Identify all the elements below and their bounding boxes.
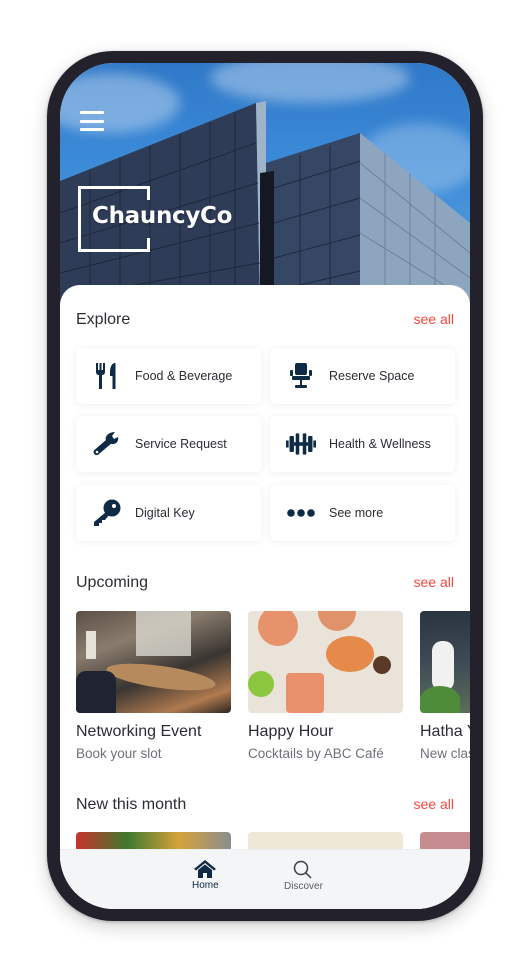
tile-label: Digital Key	[135, 506, 195, 520]
card-title: Happy Hour	[248, 723, 334, 740]
nav-label: Home	[192, 880, 219, 891]
card-subtitle: Cocktails by ABC Café	[248, 746, 384, 761]
event-card-hatha-yoga[interactable]: Hatha Yoga New class	[420, 611, 470, 761]
meeting-room-photo	[76, 611, 231, 713]
event-card-networking[interactable]: Networking Event Book your slot	[76, 611, 231, 761]
nav-item-home[interactable]: Home	[192, 860, 219, 891]
upcoming-header: Upcoming see all	[76, 574, 454, 592]
main-content: Explore see all Food & Beverage Reserve …	[60, 285, 470, 909]
nav-label: Discover	[284, 881, 323, 892]
yoga-photo	[420, 611, 470, 713]
section-title: Upcoming	[76, 574, 149, 591]
hamburger-menu-icon[interactable]	[80, 111, 104, 131]
tile-label: Service Request	[135, 437, 227, 451]
wrench-icon	[92, 430, 122, 458]
card-subtitle: Book your slot	[76, 746, 162, 761]
upcoming-carousel: Networking Event Book your slot Happy Ho…	[76, 611, 470, 781]
tile-label: Food & Beverage	[135, 369, 233, 383]
card-title: Hatha Yoga	[420, 723, 470, 740]
more-dots-icon	[286, 499, 316, 527]
tile-label: Reserve Space	[329, 369, 415, 383]
explore-header: Explore see all	[76, 311, 454, 329]
search-icon	[294, 860, 312, 879]
explore-tile-food-beverage[interactable]: Food & Beverage	[76, 348, 261, 404]
explore-tile-service-request[interactable]: Service Request	[76, 416, 261, 472]
brand-logo: ChauncyCo	[92, 203, 233, 229]
home-icon	[194, 860, 217, 878]
bottom-nav: Home Discover	[60, 849, 470, 909]
explore-tile-see-more[interactable]: See more	[270, 485, 455, 541]
upcoming-see-all-link[interactable]: see all	[414, 574, 454, 590]
cocktails-photo	[248, 611, 403, 713]
event-card-happy-hour[interactable]: Happy Hour Cocktails by ABC Café	[248, 611, 403, 761]
explore-see-all-link[interactable]: see all	[414, 311, 454, 327]
section-title: New this month	[76, 796, 187, 813]
explore-tile-reserve-space[interactable]: Reserve Space	[270, 348, 455, 404]
section-title: Explore	[76, 311, 131, 328]
new-this-month-see-all-link[interactable]: see all	[414, 796, 454, 812]
nav-item-discover[interactable]: Discover	[284, 860, 323, 892]
tile-label: See more	[329, 506, 384, 520]
key-icon	[92, 499, 122, 527]
card-title: Networking Event	[76, 723, 202, 740]
tile-label: Health & Wellness	[329, 437, 431, 451]
explore-tile-digital-key[interactable]: Digital Key	[76, 485, 261, 541]
new-this-month-header: New this month see all	[76, 796, 454, 814]
hero-banner: ChauncyCo	[60, 63, 470, 303]
dumbbell-icon	[286, 430, 316, 458]
explore-tile-health-wellness[interactable]: Health & Wellness	[270, 416, 455, 472]
card-subtitle: New class	[420, 746, 470, 761]
building-photo	[60, 101, 470, 303]
chair-icon	[286, 362, 316, 390]
phone-frame: ChauncyCo Explore see all Food & Beverag…	[47, 51, 483, 921]
app-screen: ChauncyCo Explore see all Food & Beverag…	[60, 63, 470, 909]
utensils-icon	[92, 362, 122, 390]
